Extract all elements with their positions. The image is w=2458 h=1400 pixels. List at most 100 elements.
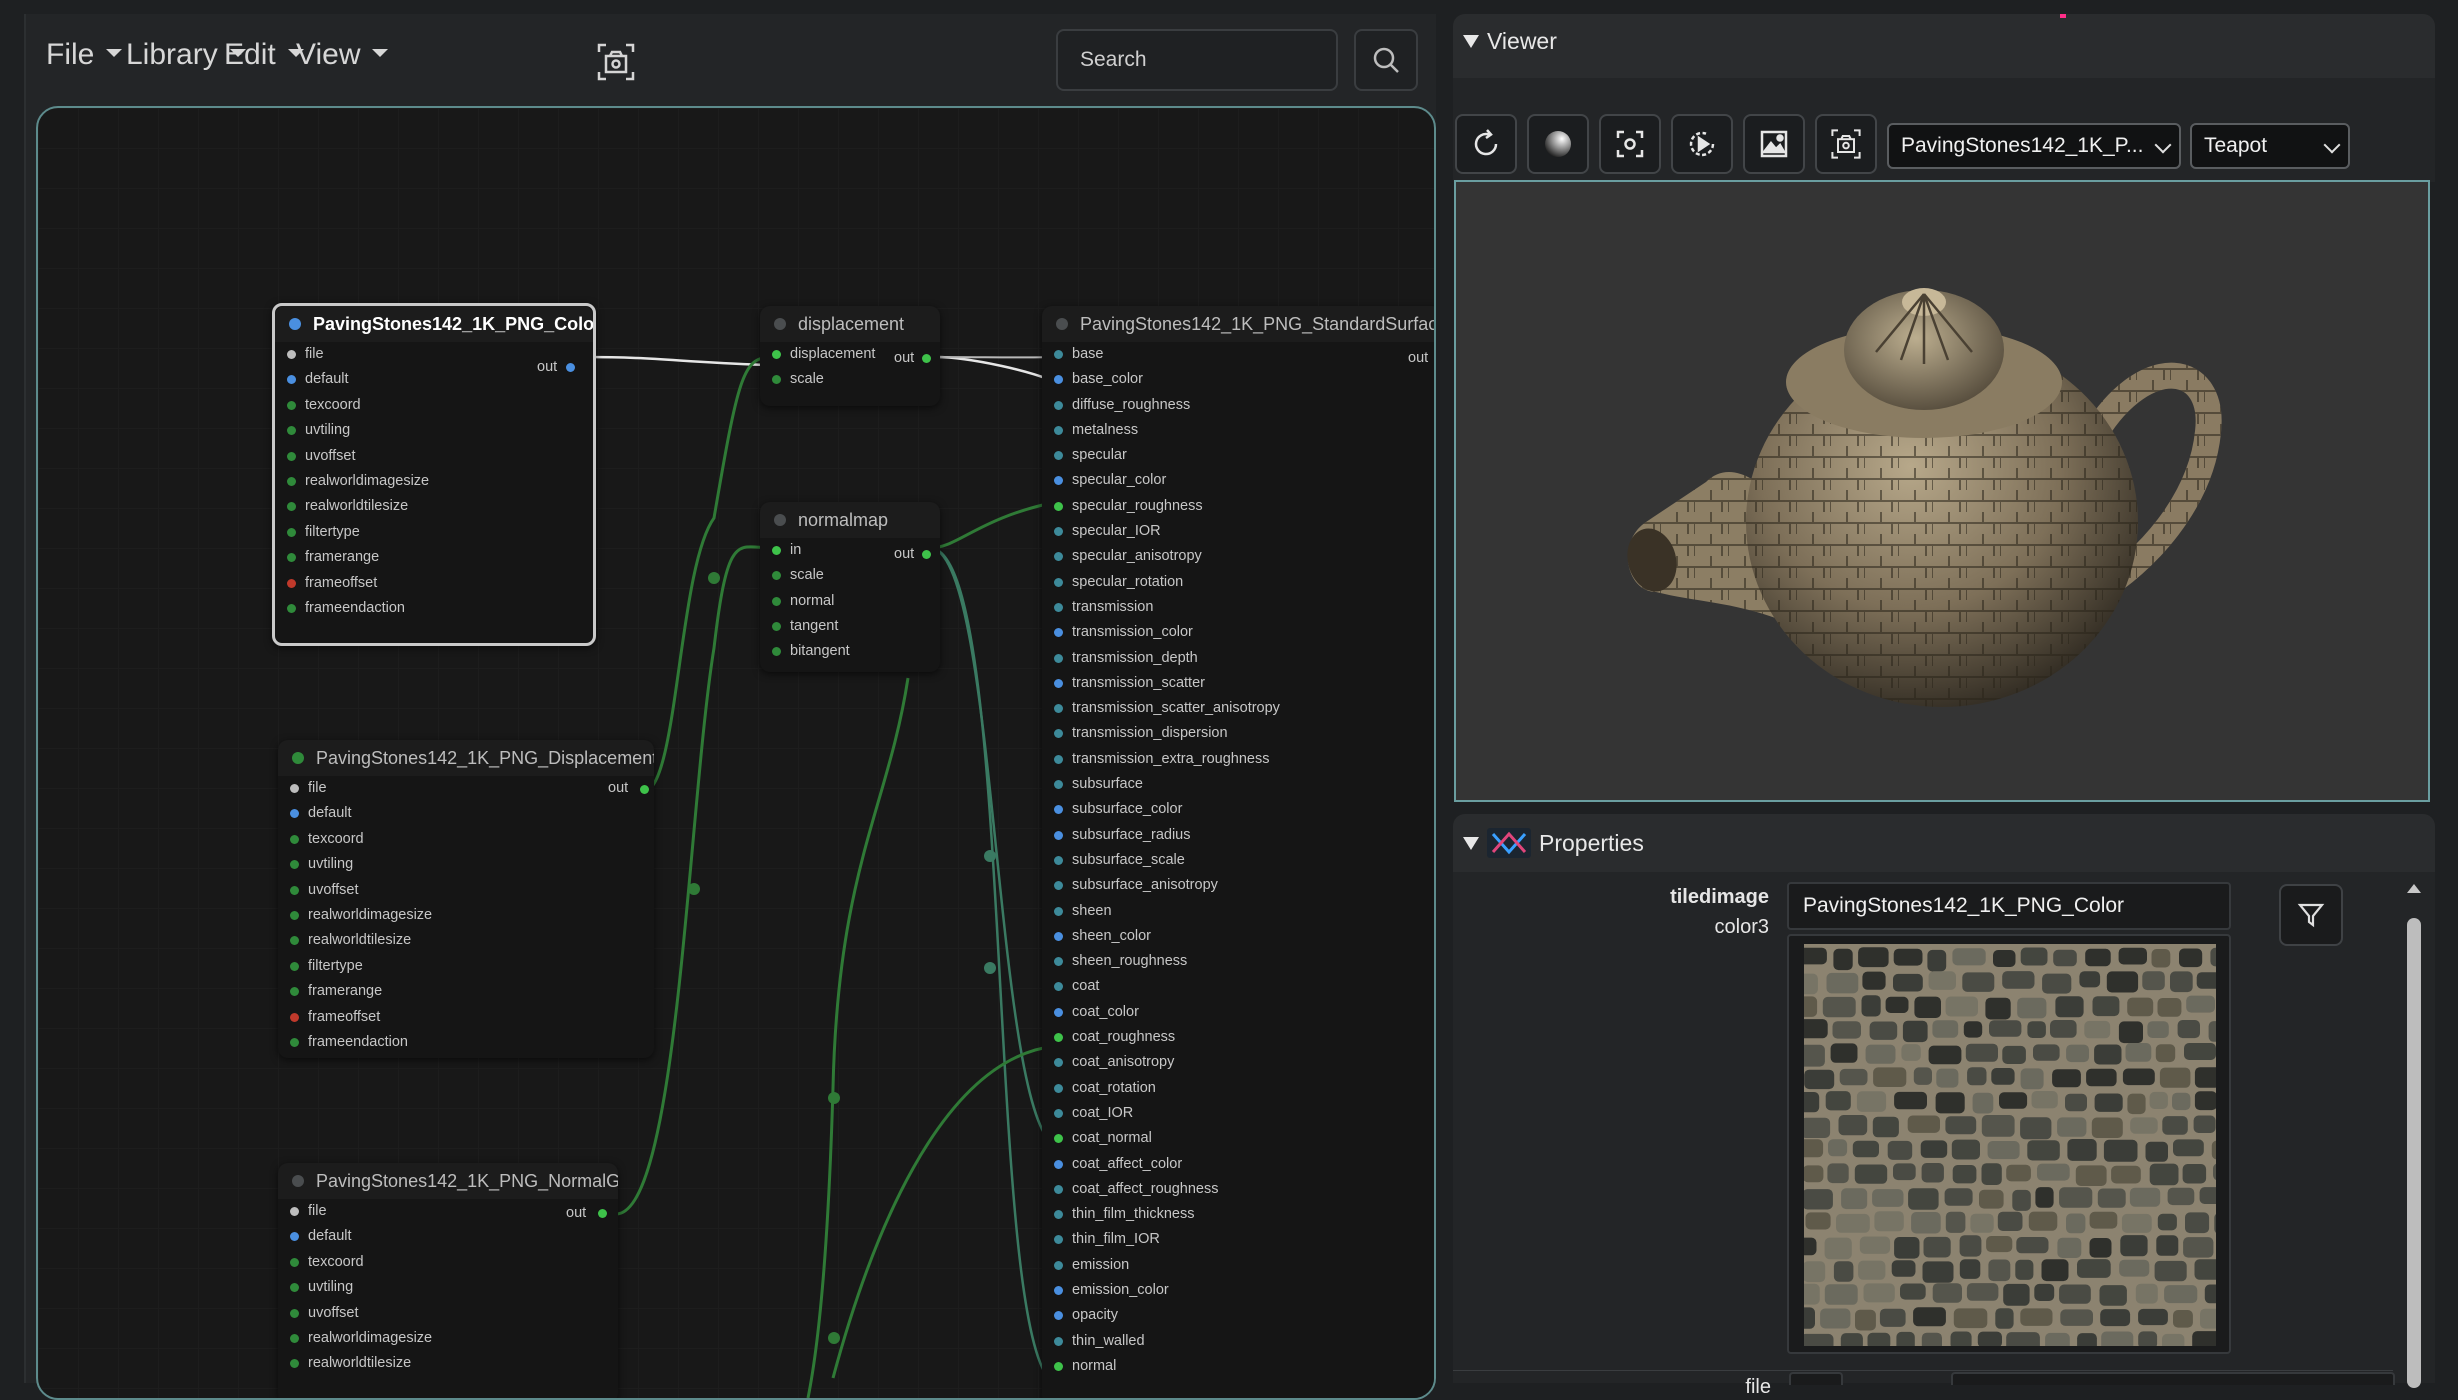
port-specular-color[interactable]: specular_color: [1042, 468, 1436, 493]
properties-header[interactable]: Properties: [1453, 814, 2435, 872]
port-dot[interactable]: [1054, 628, 1063, 637]
reset-view-button[interactable]: [1455, 114, 1517, 174]
port-dot[interactable]: [287, 477, 296, 486]
port-uvtiling[interactable]: uvtiling: [278, 852, 654, 877]
port-dot[interactable]: [290, 1232, 299, 1241]
port-dot[interactable]: [1054, 1058, 1063, 1067]
port-dot[interactable]: [1054, 578, 1063, 587]
port-dot[interactable]: [1054, 1210, 1063, 1219]
output-port[interactable]: [922, 354, 931, 363]
port-default[interactable]: default: [278, 801, 654, 826]
port-realworldtilesize[interactable]: realworldtilesize: [278, 928, 654, 953]
port-dot[interactable]: [1054, 1033, 1063, 1042]
port-normal[interactable]: normal: [1042, 1354, 1436, 1379]
node-standard-surface[interactable]: PavingStones142_1K_PNG_StandardSurface b…: [1042, 306, 1436, 1400]
port-opacity[interactable]: opacity: [1042, 1303, 1436, 1328]
port-transmission-extra-roughness[interactable]: transmission_extra_roughness: [1042, 747, 1436, 772]
output-port[interactable]: [922, 550, 931, 559]
port-normal[interactable]: normal: [760, 589, 940, 614]
file-path-field[interactable]: [1951, 1372, 2395, 1385]
port-specular-rotation[interactable]: specular_rotation: [1042, 570, 1436, 595]
environment-button[interactable]: [1743, 114, 1805, 174]
port-dot[interactable]: [290, 809, 299, 818]
node-normal-texture[interactable]: PavingStones142_1K_PNG_NormalGL filedefa…: [278, 1163, 618, 1400]
viewer-header[interactable]: Viewer: [1453, 14, 2435, 78]
port-thin-film-thickness[interactable]: thin_film_thickness: [1042, 1202, 1436, 1227]
port-dot[interactable]: [1054, 552, 1063, 561]
port-dot[interactable]: [772, 571, 781, 580]
port-transmission-color[interactable]: transmission_color: [1042, 620, 1436, 645]
port-dot[interactable]: [290, 860, 299, 869]
port-dot[interactable]: [1054, 502, 1063, 511]
port-texcoord[interactable]: texcoord: [278, 827, 654, 852]
port-dot[interactable]: [772, 647, 781, 656]
port-dot[interactable]: [290, 835, 299, 844]
collapse-triangle-icon[interactable]: [1463, 35, 1479, 48]
port-dot[interactable]: [287, 604, 296, 613]
port-dot[interactable]: [287, 553, 296, 562]
port-sheen-color[interactable]: sheen_color: [1042, 924, 1436, 949]
port-dot[interactable]: [1054, 1311, 1063, 1320]
port-dot[interactable]: [290, 886, 299, 895]
port-subsurface-radius[interactable]: subsurface_radius: [1042, 823, 1436, 848]
port-transmission[interactable]: transmission: [1042, 595, 1436, 620]
port-dot[interactable]: [1054, 654, 1063, 663]
node-name-field[interactable]: PavingStones142_1K_PNG_Color: [1787, 882, 2231, 930]
port-uvoffset[interactable]: uvoffset: [275, 444, 593, 469]
port-realworldimagesize[interactable]: realworldimagesize: [278, 1326, 618, 1351]
port-file[interactable]: file: [278, 776, 654, 801]
port-dot[interactable]: [287, 426, 296, 435]
properties-scrollbar[interactable]: [2403, 884, 2425, 1383]
filter-button[interactable]: [2279, 884, 2343, 946]
node-displacement-texture[interactable]: PavingStones142_1K_PNG_Displacement file…: [278, 740, 654, 1058]
port-coat-affect-color[interactable]: coat_affect_color: [1042, 1152, 1436, 1177]
menu-file[interactable]: File: [46, 38, 122, 72]
port-dot[interactable]: [1054, 1235, 1063, 1244]
port-coat[interactable]: coat: [1042, 974, 1436, 999]
port-coat-color[interactable]: coat_color: [1042, 1000, 1436, 1025]
port-dot[interactable]: [290, 784, 299, 793]
menu-edit[interactable]: Edit: [224, 38, 304, 72]
port-dot[interactable]: [1054, 1286, 1063, 1295]
port-dot[interactable]: [290, 936, 299, 945]
port-dot[interactable]: [1054, 932, 1063, 941]
port-framerange[interactable]: framerange: [278, 979, 654, 1004]
port-realworldtilesize[interactable]: realworldtilesize: [278, 1351, 618, 1376]
port-coat-affect-roughness[interactable]: coat_affect_roughness: [1042, 1177, 1436, 1202]
port-subsurface[interactable]: subsurface: [1042, 772, 1436, 797]
port-dot[interactable]: [772, 350, 781, 359]
port-coat-IOR[interactable]: coat_IOR: [1042, 1101, 1436, 1126]
node-normalmap[interactable]: normalmap inscalenormaltangentbitangent …: [760, 502, 940, 672]
material-preview-button[interactable]: [1527, 114, 1589, 174]
node-displacement[interactable]: displacement displacementscale out: [760, 306, 940, 406]
port-dot[interactable]: [290, 1013, 299, 1022]
port-dot[interactable]: [1054, 755, 1063, 764]
port-emission-color[interactable]: emission_color: [1042, 1278, 1436, 1303]
port-subsurface-anisotropy[interactable]: subsurface_anisotropy: [1042, 873, 1436, 898]
frame-all-button[interactable]: [1599, 114, 1661, 174]
port-coat-roughness[interactable]: coat_roughness: [1042, 1025, 1436, 1050]
output-port[interactable]: [566, 363, 575, 372]
port-transmission-dispersion[interactable]: transmission_dispersion: [1042, 721, 1436, 746]
collapse-triangle-icon[interactable]: [1463, 837, 1479, 850]
port-dot[interactable]: [1054, 704, 1063, 713]
port-dot[interactable]: [1054, 426, 1063, 435]
port-diffuse-roughness[interactable]: diffuse_roughness: [1042, 393, 1436, 418]
port-realworldimagesize[interactable]: realworldimagesize: [275, 469, 593, 494]
port-specular-IOR[interactable]: specular_IOR: [1042, 519, 1436, 544]
port-framerange[interactable]: framerange: [275, 545, 593, 570]
port-transmission-scatter-anisotropy[interactable]: transmission_scatter_anisotropy: [1042, 696, 1436, 721]
port-subsurface-scale[interactable]: subsurface_scale: [1042, 848, 1436, 873]
port-dot[interactable]: [1054, 831, 1063, 840]
port-tangent[interactable]: tangent: [760, 614, 940, 639]
port-dot[interactable]: [1054, 982, 1063, 991]
output-port[interactable]: [640, 785, 649, 794]
port-dot[interactable]: [1054, 1362, 1063, 1371]
port-frameoffset[interactable]: frameoffset: [275, 571, 593, 596]
port-dot[interactable]: [1054, 1160, 1063, 1169]
geometry-select[interactable]: Teapot: [2190, 123, 2350, 169]
port-dot[interactable]: [290, 1207, 299, 1216]
node-color-texture[interactable]: PavingStones142_1K_PNG_Color filedefault…: [272, 303, 596, 646]
menu-view[interactable]: View: [296, 38, 388, 72]
port-filtertype[interactable]: filtertype: [275, 520, 593, 545]
